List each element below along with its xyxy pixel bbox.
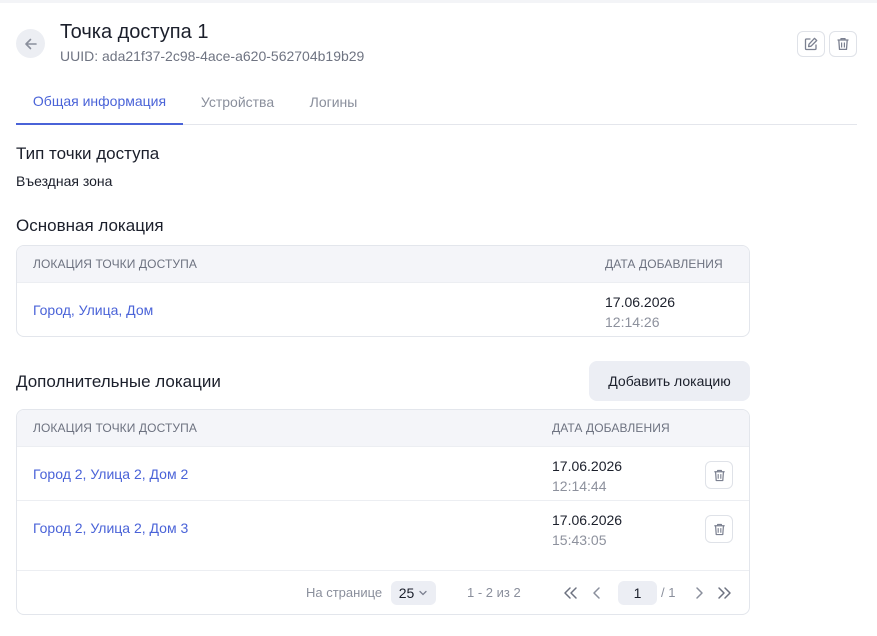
main-location-title: Основная локация [16, 216, 164, 235]
table-row: Город, Улица, Дом 17.06.2026 12:14:26 [17, 282, 749, 336]
table-row: Город 2, Улица 2, Дом 2 17.06.2026 12:14… [17, 446, 749, 500]
table-header: ЛОКАЦИЯ ТОЧКИ ДОСТУПА ДАТА ДОБАВЛЕНИЯ [17, 410, 749, 446]
location-link[interactable]: Город, Улица, Дом [33, 283, 153, 336]
chevron-right-icon [696, 587, 703, 599]
tab-devices[interactable]: Устройства [183, 78, 292, 125]
column-header-location: ЛОКАЦИЯ ТОЧКИ ДОСТУПА [33, 421, 197, 435]
chevron-down-icon [419, 590, 427, 596]
trash-icon [713, 523, 725, 535]
main-location-table: ЛОКАЦИЯ ТОЧКИ ДОСТУПА ДАТА ДОБАВЛЕНИЯ Го… [16, 245, 750, 337]
extra-locations-title: Дополнительные локации [16, 372, 221, 391]
pagination: На странице 25 1 - 2 из 2 / 1 [17, 570, 749, 614]
date-cell: 17.06.2026 15:43:05 [552, 510, 622, 550]
access-point-type-title: Тип точки доступа [16, 144, 160, 163]
location-link[interactable]: Город 2, Улица 2, Дом 3 [33, 501, 188, 555]
arrow-left-icon [24, 38, 37, 49]
back-button[interactable] [16, 29, 45, 58]
chevrons-left-icon [564, 587, 577, 599]
add-location-button[interactable]: Добавить локацию [589, 361, 750, 401]
location-link[interactable]: Город 2, Улица 2, Дом 2 [33, 447, 188, 501]
time-value: 12:14:44 [552, 478, 607, 494]
date-cell: 17.06.2026 12:14:44 [552, 456, 622, 496]
chevrons-right-icon [718, 587, 731, 599]
per-page-select[interactable]: 25 [391, 581, 436, 605]
last-page-button[interactable] [714, 583, 734, 603]
table-row: Город 2, Улица 2, Дом 3 17.06.2026 15:43… [17, 500, 749, 570]
chevron-left-icon [593, 587, 600, 599]
table-header: ЛОКАЦИЯ ТОЧКИ ДОСТУПА ДАТА ДОБАВЛЕНИЯ [17, 246, 749, 282]
prev-page-button[interactable] [587, 583, 607, 603]
column-header-date: ДАТА ДОБАВЛЕНИЯ [605, 257, 723, 271]
delete-button[interactable] [829, 31, 857, 57]
date-value: 17.06.2026 [605, 294, 676, 310]
date-value: 17.06.2026 [552, 458, 623, 474]
delete-row-button[interactable] [705, 461, 733, 489]
page-title: Точка доступа 1 [60, 21, 209, 43]
page-number-input[interactable] [618, 581, 657, 605]
access-point-type-value: Въездная зона [16, 173, 113, 189]
per-page-value: 25 [398, 585, 415, 601]
column-header-location: ЛОКАЦИЯ ТОЧКИ ДОСТУПА [33, 257, 197, 271]
trash-icon [713, 469, 725, 481]
date-cell: 17.06.2026 12:14:26 [605, 292, 675, 332]
top-divider [0, 0, 877, 3]
trash-icon [837, 37, 849, 51]
per-page-label: На странице [306, 585, 383, 600]
time-value: 15:43:05 [552, 532, 607, 548]
extra-locations-table: ЛОКАЦИЯ ТОЧКИ ДОСТУПА ДАТА ДОБАВЛЕНИЯ Го… [16, 409, 750, 615]
first-page-button[interactable] [561, 583, 581, 603]
tabs: Общая информация Устройства Логины [16, 78, 857, 125]
tab-general-info[interactable]: Общая информация [16, 78, 183, 125]
range-label: 1 - 2 из 2 [467, 585, 521, 600]
column-header-date: ДАТА ДОБАВЛЕНИЯ [552, 421, 670, 435]
delete-row-button[interactable] [705, 515, 733, 543]
time-value: 12:14:26 [605, 314, 660, 330]
next-page-button[interactable] [689, 583, 709, 603]
edit-button[interactable] [797, 31, 825, 57]
page-uuid: UUID: ada21f37-2c98-4ace-a620-562704b19b… [60, 48, 365, 64]
header-actions [797, 31, 857, 57]
edit-icon [804, 37, 818, 51]
tab-logins[interactable]: Логины [292, 78, 375, 125]
total-pages-label: / 1 [661, 585, 676, 600]
date-value: 17.06.2026 [552, 512, 623, 528]
